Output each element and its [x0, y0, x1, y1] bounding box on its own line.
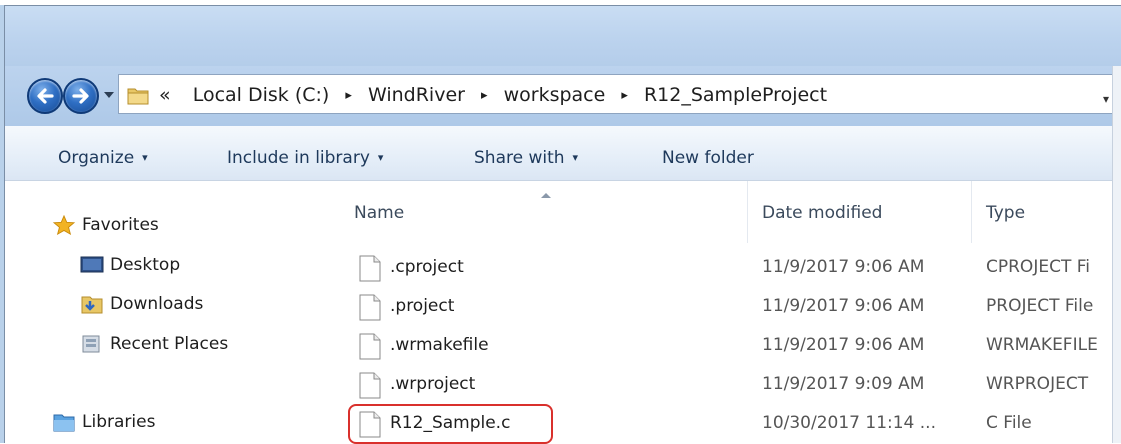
breadcrumb-separator[interactable]: ▸	[345, 88, 352, 103]
chevron-down-icon: ▾	[377, 151, 384, 164]
downloads-folder-icon	[81, 296, 103, 314]
nav-downloads[interactable]: Downloads	[80, 294, 203, 314]
recent-places-icon	[82, 335, 100, 353]
forward-button[interactable]	[63, 78, 99, 114]
file-name: .wrproject	[390, 374, 476, 394]
file-name: .cproject	[390, 257, 464, 277]
navigation-pane: Favorites Desktop Downloads Recent Place…	[5, 181, 321, 443]
blank-file-icon	[359, 333, 381, 360]
breadcrumb-overflow[interactable]: «	[159, 84, 171, 106]
right-edge-scroll-region[interactable]	[1112, 66, 1121, 443]
column-header-name[interactable]: Name	[354, 203, 404, 223]
folder-icon	[127, 88, 149, 105]
nav-desktop-label: Desktop	[110, 255, 181, 275]
file-list: Name Date modified Type .cproject 11/9/2…	[322, 181, 1121, 444]
file-type: C File	[986, 413, 1032, 433]
star-icon	[52, 215, 76, 235]
file-date-modified: 11/9/2017 9:06 AM	[762, 257, 925, 277]
new-folder-label: New folder	[662, 148, 754, 168]
blank-file-icon	[359, 372, 381, 399]
chevron-down-icon: ▾	[142, 151, 148, 164]
navigation-bar: « Local Disk (C:) ▸ WindRiver ▸ workspac…	[5, 66, 1121, 126]
file-type: WRPROJECT	[986, 374, 1089, 394]
nav-recent-places[interactable]: Recent Places	[80, 334, 228, 354]
file-name: .project	[390, 296, 455, 316]
column-divider[interactable]	[971, 181, 972, 243]
forward-arrow-icon	[72, 88, 89, 104]
file-date-modified: 11/9/2017 9:06 AM	[762, 335, 925, 355]
breadcrumb-separator[interactable]: ▸	[481, 88, 488, 103]
column-header-date-modified[interactable]: Date modified	[762, 203, 882, 223]
file-date-modified: 11/9/2017 9:09 AM	[762, 374, 925, 394]
libraries-icon	[53, 414, 75, 432]
nav-desktop[interactable]: Desktop	[80, 255, 180, 275]
blank-file-icon	[359, 294, 381, 321]
title-bar[interactable]	[5, 6, 1121, 66]
organize-label: Organize	[58, 148, 135, 168]
file-row[interactable]: .wrproject 11/9/2017 9:09 AM WRPROJECT	[322, 366, 1121, 404]
nav-favorites-label: Favorites	[82, 215, 159, 235]
breadcrumb-separator[interactable]: ▸	[621, 88, 628, 103]
nav-libraries-label: Libraries	[82, 412, 156, 432]
file-row[interactable]: .wrmakefile 11/9/2017 9:06 AM WRMAKEFILE	[322, 327, 1121, 365]
file-type: PROJECT File	[986, 296, 1094, 316]
share-with-button[interactable]: Share with ▾	[474, 148, 578, 168]
new-folder-button[interactable]: New folder	[662, 148, 754, 168]
back-button[interactable]	[27, 78, 63, 114]
organize-button[interactable]: Organize ▾	[58, 148, 148, 168]
breadcrumb-windriver[interactable]: WindRiver	[368, 84, 465, 106]
command-bar: Organize ▾ Include in library ▾ Share with…	[5, 126, 1121, 181]
back-arrow-icon	[37, 88, 54, 104]
column-header-type[interactable]: Type	[986, 203, 1025, 223]
nav-favorites[interactable]: Favorites	[52, 215, 159, 235]
nav-libraries[interactable]: Libraries	[52, 412, 155, 432]
address-bar[interactable]: « Local Disk (C:) ▸ WindRiver ▸ workspac…	[118, 74, 1118, 114]
file-row[interactable]: .project 11/9/2017 9:06 AM PROJECT File	[322, 288, 1121, 326]
breadcrumb-workspace[interactable]: workspace	[504, 84, 606, 106]
file-name: R12_Sample.c	[390, 413, 511, 433]
breadcrumb: « Local Disk (C:) ▸ WindRiver ▸ workspac…	[159, 84, 827, 106]
recent-pages-dropdown[interactable]	[102, 88, 116, 102]
breadcrumb-local-disk[interactable]: Local Disk (C:)	[193, 84, 330, 106]
include-in-library-label: Include in library	[227, 148, 370, 168]
file-row[interactable]: R12_Sample.c 10/30/2017 11:14 ... C File	[322, 404, 1121, 444]
file-date-modified: 11/9/2017 9:06 AM	[762, 296, 925, 316]
file-date-modified: 10/30/2017 11:14 ...	[762, 413, 936, 433]
sort-ascending-icon	[541, 193, 551, 198]
share-with-label: Share with	[474, 148, 565, 168]
file-type: CPROJECT Fi	[986, 257, 1090, 277]
blank-file-icon	[359, 255, 381, 282]
blank-file-icon	[359, 411, 381, 438]
breadcrumb-r12-sampleproject[interactable]: R12_SampleProject	[644, 84, 827, 106]
column-divider[interactable]	[747, 181, 748, 243]
desktop-icon	[80, 256, 104, 273]
file-row[interactable]: .cproject 11/9/2017 9:06 AM CPROJECT Fi	[322, 249, 1121, 287]
chevron-down-icon: ▾	[572, 151, 579, 164]
include-in-library-button[interactable]: Include in library ▾	[227, 148, 383, 168]
nav-recent-places-label: Recent Places	[110, 334, 229, 354]
nav-downloads-label: Downloads	[110, 294, 204, 314]
address-dropdown-icon[interactable]: ▾	[1103, 92, 1109, 106]
file-type: WRMAKEFILE	[986, 335, 1098, 355]
file-name: .wrmakefile	[390, 335, 489, 355]
